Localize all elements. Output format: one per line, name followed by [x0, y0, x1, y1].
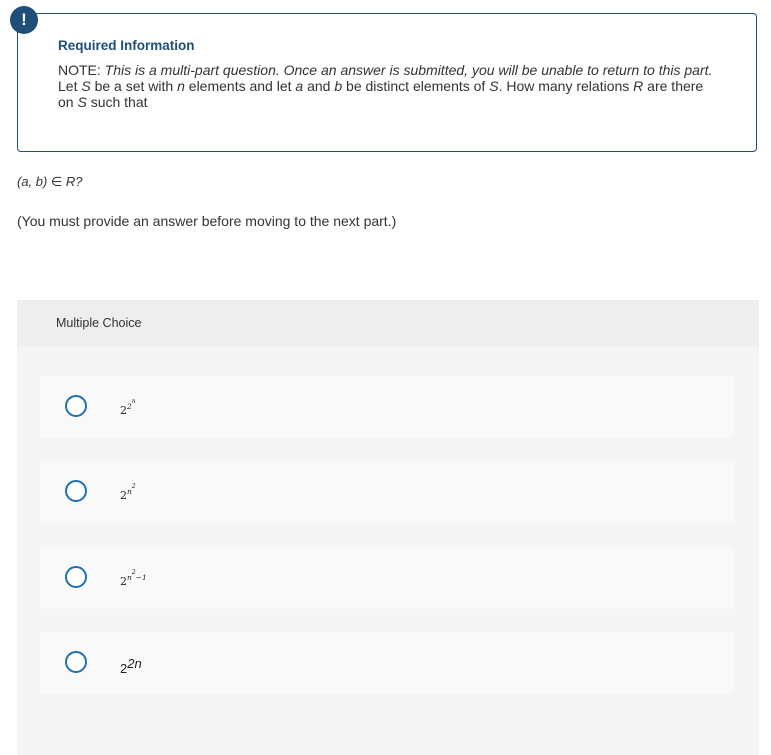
- choice-label: 2n2: [120, 483, 136, 502]
- choice-label: 2n2−1: [120, 569, 147, 588]
- exponent: 2n: [127, 656, 142, 671]
- var-b: b: [334, 78, 343, 94]
- info-title: Required Information: [58, 38, 195, 53]
- question-text: (a, b) ∈ R?: [17, 174, 83, 189]
- required-information-box: Required Information NOTE: This is a mul…: [17, 13, 757, 152]
- radio-button[interactable]: [65, 480, 87, 502]
- problem-text: be a set with: [90, 78, 178, 94]
- problem-text: be distinct elements of: [342, 78, 490, 94]
- problem-text: and: [303, 78, 335, 94]
- multiple-choice-panel: Multiple Choice 22n 2n2 2n2−1 22n: [17, 300, 759, 755]
- var-r: R: [633, 78, 644, 94]
- exponent-base: 2: [120, 575, 127, 588]
- choice-label: 22n: [120, 398, 136, 417]
- choice-option-1[interactable]: 22n: [40, 376, 733, 438]
- exponent: −1: [135, 573, 147, 582]
- choice-option-2[interactable]: 2n2: [40, 461, 733, 523]
- problem-text: . How many relations: [498, 78, 634, 94]
- problem-text: elements and let: [184, 78, 296, 94]
- radio-button[interactable]: [65, 395, 87, 417]
- exponent: n: [131, 398, 136, 405]
- exclamation-icon: !: [10, 6, 38, 34]
- note-text: This is a multi-part question. Once an a…: [104, 62, 713, 78]
- problem-text: Let: [58, 78, 82, 94]
- note-label: NOTE:: [58, 62, 101, 78]
- var-s: S: [81, 78, 91, 94]
- multiple-choice-header: Multiple Choice: [17, 300, 759, 346]
- choice-label: 22n: [120, 656, 142, 676]
- info-note: NOTE: This is a multi-part question. Onc…: [58, 62, 716, 78]
- var-s: S: [489, 78, 499, 94]
- problem-text: such that: [86, 94, 148, 110]
- exponent-base: 2: [120, 489, 127, 502]
- exponent: 2: [131, 483, 136, 490]
- info-problem: Let S be a set with n elements and let a…: [58, 78, 716, 110]
- radio-button[interactable]: [65, 566, 87, 588]
- answer-required-note: (You must provide an answer before movin…: [17, 213, 397, 229]
- var-s: S: [77, 94, 87, 110]
- radio-button[interactable]: [65, 651, 87, 673]
- exponent-base: 2: [120, 404, 127, 417]
- choice-option-4[interactable]: 22n: [40, 632, 733, 694]
- choice-option-3[interactable]: 2n2−1: [40, 547, 733, 609]
- var-n: n: [177, 78, 185, 94]
